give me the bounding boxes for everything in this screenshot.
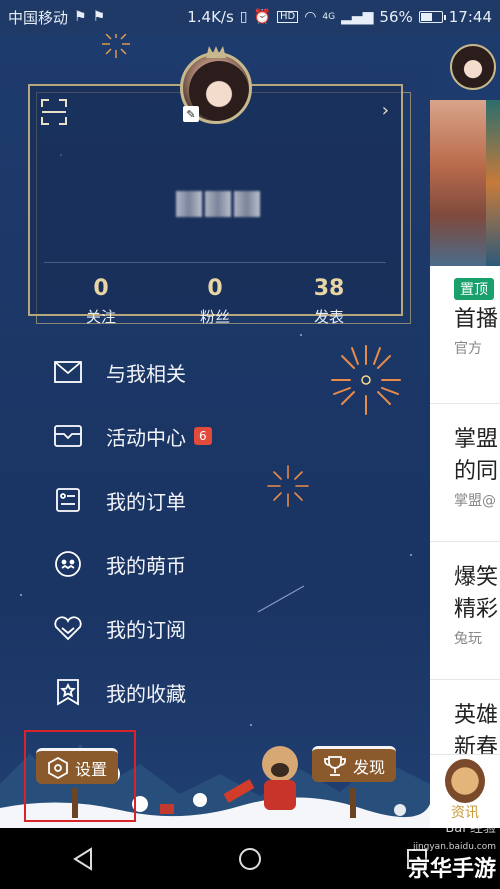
banner-image[interactable] [430, 100, 500, 266]
menu-item-label: 我的订单 [106, 489, 186, 514]
watermark-brand: Bai 经验 [445, 821, 496, 836]
feed-title: 爆笑 [454, 565, 499, 590]
home-circle-icon [238, 847, 261, 870]
side-drawer: › ✎ 0 关注 0 粉丝 38 发表 与我相关 活动中心 6 我的订单 我的萌… [0, 34, 430, 828]
notification-icon: ⚑ [92, 9, 106, 25]
menu-item-label: 活动中心 [106, 425, 186, 450]
menu-item-subscriptions[interactable]: 我的订阅 [52, 596, 352, 660]
alarm-icon: ⏰ [253, 9, 271, 25]
back-button[interactable] [63, 839, 103, 879]
firework-decoration [331, 345, 401, 415]
menu-item-favorites[interactable]: 我的收藏 [52, 660, 352, 724]
feed-title: 首播 [454, 307, 499, 332]
watermark: Bai 经验 jingyan.baidu.com 京华手游 [376, 820, 496, 884]
tab-news[interactable]: 资讯 [430, 754, 500, 828]
content-header [430, 34, 500, 100]
username-masked [176, 191, 260, 217]
watermark-site: jingyan.baidu.com [412, 842, 496, 852]
menu-item-label: 我的萌币 [106, 553, 186, 578]
bookmark-star-icon [52, 676, 84, 708]
hd-icon: HD [276, 11, 299, 23]
menu-item-label: 与我相关 [106, 361, 186, 386]
menu-item-related[interactable]: 与我相关 [52, 340, 352, 404]
stat-label: 粉丝 [199, 308, 230, 326]
stat-label: 关注 [85, 308, 116, 326]
heart-icon [52, 612, 84, 644]
main-content-peek[interactable]: 置顶 首播 官方 掌盟 的同 掌盟@ 爆笑 精彩 兔玩 英雄 新春 资讯 [430, 34, 500, 828]
watermark-overlay: 京华手游 [407, 857, 496, 882]
list-item[interactable]: 掌盟 的同 掌盟@ [430, 404, 500, 542]
network-type: 4G [322, 11, 336, 22]
network-speed: 1.4K/s [187, 8, 234, 26]
shooting-star-decoration [257, 585, 305, 613]
status-bar: 中国移动 ⚑ ⚑ 1.4K/s ▯ ⏰ HD ◠ 4G ▂▄▆ 56% 17:4… [0, 0, 500, 34]
signal-icon: ▂▄▆ [341, 9, 374, 25]
notification-icon: ⚑ [74, 9, 87, 25]
menu-item-label: 我的订阅 [106, 617, 186, 642]
clock: 17:44 [448, 8, 492, 26]
crown-icon [206, 46, 226, 58]
profile-stats: 0 关注 0 粉丝 38 发表 [44, 274, 386, 334]
list-item[interactable]: 置顶 首播 官方 [430, 266, 500, 404]
discover-trophy-icon [324, 755, 346, 776]
menu-item-activity[interactable]: 活动中心 6 [52, 404, 352, 468]
feed-meta: 兔玩 [454, 631, 482, 647]
coin-icon [52, 548, 84, 580]
stat-followers[interactable]: 0 粉丝 [158, 274, 272, 334]
card-divider [44, 262, 386, 263]
stat-following[interactable]: 0 关注 [44, 274, 158, 334]
pinned-tag: 置顶 [454, 278, 494, 300]
notification-badge: 6 [194, 427, 212, 445]
stat-value: 38 [313, 276, 345, 301]
feed-meta: 官方 [454, 341, 482, 357]
firework-decoration [267, 465, 309, 507]
firework-decoration [102, 34, 130, 58]
carrier-label: 中国移动 [8, 8, 69, 27]
wifi-icon: ◠ [304, 9, 317, 25]
feed-title: 英雄 [454, 703, 499, 728]
discover-button[interactable]: 发现 [312, 746, 396, 782]
avatar[interactable]: ✎ [180, 46, 252, 124]
mail-icon [52, 356, 84, 388]
stat-value: 0 [207, 276, 223, 301]
feed-title: 的同 [454, 459, 499, 484]
stat-label: 发表 [313, 308, 344, 326]
stat-posts[interactable]: 38 发表 [272, 274, 386, 334]
order-icon [52, 484, 84, 516]
edit-icon[interactable]: ✎ [183, 106, 199, 122]
battery-percent: 56% [379, 8, 413, 26]
back-triangle-icon [73, 846, 93, 871]
home-button[interactable] [230, 839, 270, 879]
stat-value: 0 [93, 276, 109, 301]
drawer-menu: 与我相关 活动中心 6 我的订单 我的萌币 我的订阅 我的收藏 [52, 340, 352, 724]
discover-label: 发现 [352, 757, 385, 777]
scan-icon[interactable] [40, 98, 68, 126]
battery-icon [418, 11, 446, 23]
feed-meta: 掌盟@ [454, 493, 496, 509]
pug-icon [445, 759, 485, 803]
highlight-box [24, 730, 136, 822]
menu-item-coins[interactable]: 我的萌币 [52, 532, 352, 596]
vibrate-icon: ▯ [239, 9, 248, 25]
menu-item-label: 我的收藏 [106, 681, 186, 706]
feed-title: 精彩 [454, 597, 499, 622]
feed-title: 掌盟 [454, 427, 499, 452]
list-item[interactable]: 爆笑 精彩 兔玩 [430, 542, 500, 680]
chevron-right-icon[interactable]: › [382, 100, 389, 121]
ticket-icon [52, 420, 84, 452]
avatar[interactable] [450, 44, 496, 90]
